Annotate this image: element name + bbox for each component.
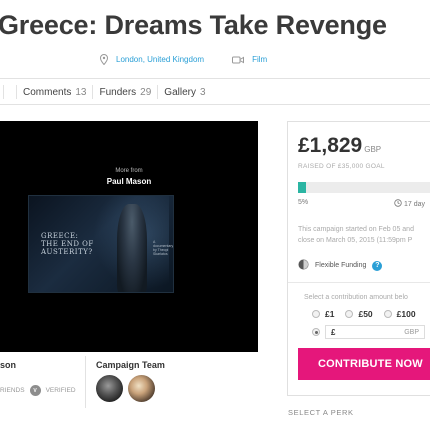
select-perk-heading: SELECT A PERK: [288, 408, 354, 417]
thumbnail-credit: A documentary by Theopi Skarlatos: [153, 240, 173, 256]
tab-comments[interactable]: Comments 13: [16, 85, 92, 99]
owner-badges: RIENDS V VERIFIED: [0, 385, 76, 396]
tab-gallery-label: Gallery: [164, 86, 196, 98]
help-icon[interactable]: ?: [372, 260, 383, 271]
owner-name[interactable]: son: [0, 360, 16, 370]
clock-icon: [394, 199, 402, 209]
amount-option-label: £50: [358, 309, 373, 319]
custom-currency-symbol: £: [331, 327, 336, 337]
campaign-tabs: Comments 13 Funders 29 Gallery 3: [0, 80, 212, 104]
radio-button[interactable]: [312, 310, 320, 318]
half-circle-icon: [298, 259, 309, 272]
tab-comments-count: 13: [75, 86, 87, 98]
tab-funders-label: Funders: [99, 86, 137, 98]
select-amount-prompt: Select a contribution amount belo: [304, 294, 408, 301]
location-pin-icon: [100, 54, 108, 65]
caption-line: GREECE:: [41, 232, 79, 240]
raised-amount: £1,829 GBP: [298, 134, 381, 158]
thumbnail-caption: GREECE: THE END OF AUSTERITY?: [41, 232, 94, 256]
goal-text: RAISED OF £35,000 GOAL: [298, 163, 385, 170]
team-title: Campaign Team: [96, 360, 165, 370]
tab-funders[interactable]: Funders 29: [92, 85, 157, 99]
video-more-from: More from: [115, 168, 143, 174]
days-left: 17 day: [394, 199, 425, 209]
video-camera-icon: [232, 56, 245, 64]
credit-line: A documentary: [153, 240, 174, 248]
custom-currency-code: GBP: [404, 328, 419, 336]
contribute-button[interactable]: CONTRIBUTE NOW: [298, 348, 430, 380]
campaign-dates-line: close on March 05, 2015 (11:59pm P: [298, 237, 413, 244]
flexible-funding: Flexible Funding ?: [298, 259, 383, 272]
tab-comments-label: Comments: [23, 86, 72, 98]
amount-option-label: £100: [396, 309, 416, 319]
caption-line: THE END OF: [41, 240, 94, 248]
team-avatars: [96, 375, 155, 402]
panel-divider: [288, 282, 430, 283]
category-link[interactable]: Film: [252, 55, 267, 64]
raised-amount-value: £1,829: [298, 134, 363, 157]
amount-options: £1 £50 £100: [312, 309, 416, 319]
campaign-meta: London, United Kingdom Film: [100, 54, 267, 65]
campaign-dates: This campaign started on Feb 05 and clos…: [298, 224, 430, 246]
location-link[interactable]: London, United Kingdom: [116, 55, 204, 64]
campaign-title: Greece: Dreams Take Revenge: [0, 10, 387, 40]
video-author[interactable]: Paul Mason: [0, 177, 258, 186]
verified-icon: V: [29, 385, 41, 396]
days-left-text: 17 day: [404, 200, 426, 208]
video-thumbnail[interactable]: GREECE: THE END OF AUSTERITY? A document…: [28, 195, 174, 293]
amount-option-label: £1: [325, 309, 335, 319]
amount-option-100[interactable]: £100: [383, 309, 416, 319]
tab-funders-count: 29: [140, 86, 152, 98]
avatar[interactable]: [96, 375, 123, 402]
avatar[interactable]: [128, 375, 155, 402]
tabs-top-border: [0, 78, 430, 79]
owner-team-divider: [85, 356, 86, 408]
radio-button[interactable]: [383, 310, 392, 318]
progress-fill: [298, 182, 306, 193]
amount-option-1[interactable]: £1: [312, 309, 334, 319]
progress-bar: [298, 182, 430, 193]
friends-label: RIENDS: [0, 387, 25, 394]
credit-line: by Theopi Skarlatos: [153, 248, 169, 256]
tab-story[interactable]: [3, 85, 16, 99]
custom-amount-input[interactable]: £ GBP: [325, 325, 425, 339]
verified-label: VERIFIED: [45, 387, 76, 394]
percent-label: 5%: [298, 199, 309, 206]
tabs-bottom-border: [0, 104, 430, 105]
custom-amount-row: £ GBP: [312, 325, 425, 339]
campaign-dates-line: This campaign started on Feb 05 and: [298, 226, 414, 233]
tab-gallery-count: 3: [199, 86, 206, 98]
thumbnail-figure: [117, 204, 147, 292]
amount-option-50[interactable]: £50: [345, 309, 373, 319]
tab-gallery[interactable]: Gallery 3: [157, 85, 211, 99]
caption-line: AUSTERITY?: [41, 248, 93, 256]
radio-button[interactable]: [312, 328, 320, 336]
radio-button[interactable]: [345, 310, 354, 318]
raised-currency: GBP: [364, 145, 382, 154]
video-player[interactable]: More from Paul Mason GREECE: THE END OF …: [0, 121, 258, 352]
flexible-funding-label: Flexible Funding: [315, 262, 367, 269]
